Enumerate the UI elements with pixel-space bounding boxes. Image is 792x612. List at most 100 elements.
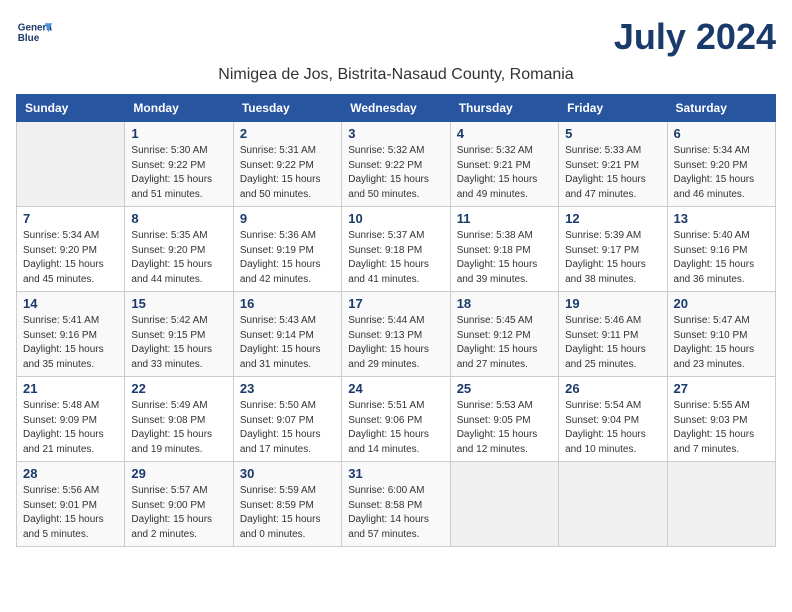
calendar-cell: 15Sunrise: 5:42 AM Sunset: 9:15 PM Dayli…: [125, 292, 233, 377]
day-info: Sunrise: 5:47 AM Sunset: 9:10 PM Dayligh…: [674, 314, 769, 372]
day-number: 23: [240, 381, 335, 396]
weekday-header-monday: Monday: [125, 95, 233, 122]
day-info: Sunrise: 5:33 AM Sunset: 9:21 PM Dayligh…: [565, 144, 660, 202]
calendar-cell: 28 Sunrise: 5:56 AM Sunset: 9:01 PM Dayli…: [17, 462, 125, 547]
day-number: 3: [348, 126, 443, 141]
day-number: 6: [674, 126, 769, 141]
day-info: Sunrise: 5:37 AM Sunset: 9:18 PM Dayligh…: [348, 229, 443, 287]
day-info: Sunrise: 5:39 AM Sunset: 9:17 PM Dayligh…: [565, 229, 660, 287]
weekday-header-friday: Friday: [559, 95, 667, 122]
day-number: 1: [131, 126, 226, 141]
calendar-cell: 2 Sunrise: 5:31 AM Sunset: 9:22 PM Daylig…: [233, 122, 341, 207]
calendar-cell: 5 Sunrise: 5:33 AM Sunset: 9:21 PM Daylig…: [559, 122, 667, 207]
day-number: 10: [348, 211, 443, 226]
day-number: 11: [457, 211, 552, 226]
day-number: 5: [565, 126, 660, 141]
calendar-cell: 30 Sunrise: 5:59 AM Sunset: 8:59 PM Dayli…: [233, 462, 341, 547]
day-info: Sunrise: 5:48 AM Sunset: 9:09 PM Dayligh…: [23, 399, 118, 457]
day-info: Sunrise: 5:50 AM Sunset: 9:07 PM Dayligh…: [240, 399, 335, 457]
calendar-cell: [559, 462, 667, 547]
day-info: Sunrise: 5:44 AM Sunset: 9:13 PM Dayligh…: [348, 314, 443, 372]
logo: General Blue: [16, 16, 52, 52]
day-number: 9: [240, 211, 335, 226]
day-info: Sunrise: 5:38 AM Sunset: 9:18 PM Dayligh…: [457, 229, 552, 287]
day-number: 27: [674, 381, 769, 396]
day-number: 13: [674, 211, 769, 226]
calendar-cell: 25 Sunrise: 5:53 AM Sunset: 9:05 PM Dayli…: [450, 377, 558, 462]
day-info: Sunrise: 5:34 AM Sunset: 9:20 PM Dayligh…: [674, 144, 769, 202]
day-info: Sunrise: 5:49 AM Sunset: 9:08 PM Dayligh…: [131, 399, 226, 457]
calendar-cell: 9 Sunrise: 5:36 AM Sunset: 9:19 PM Daylig…: [233, 207, 341, 292]
day-number: 4: [457, 126, 552, 141]
calendar-cell: [17, 122, 125, 207]
day-info: Sunrise: 5:54 AM Sunset: 9:04 PM Dayligh…: [565, 399, 660, 457]
day-info: Sunrise: 5:56 AM Sunset: 9:01 PM Dayligh…: [23, 484, 118, 542]
calendar-cell: 3Sunrise: 5:32 AM Sunset: 9:22 PM Daylig…: [342, 122, 450, 207]
weekday-header-sunday: Sunday: [17, 95, 125, 122]
calendar-cell: 20 Sunrise: 5:47 AM Sunset: 9:10 PM Dayli…: [667, 292, 775, 377]
day-info: Sunrise: 5:43 AM Sunset: 9:14 PM Dayligh…: [240, 314, 335, 372]
day-info: Sunrise: 5:59 AM Sunset: 8:59 PM Dayligh…: [240, 484, 335, 542]
weekday-header-saturday: Saturday: [667, 95, 775, 122]
day-number: 20: [674, 296, 769, 311]
day-number: 19: [565, 296, 660, 311]
calendar-cell: 21 Sunrise: 5:48 AM Sunset: 9:09 PM Dayli…: [17, 377, 125, 462]
title-block: July 2024: [614, 16, 776, 58]
day-info: Sunrise: 6:00 AM Sunset: 8:58 PM Dayligh…: [348, 484, 443, 542]
day-number: 8: [131, 211, 226, 226]
calendar-cell: 4 Sunrise: 5:32 AM Sunset: 9:21 PM Daylig…: [450, 122, 558, 207]
day-number: 7: [23, 211, 118, 226]
calendar-cell: 11 Sunrise: 5:38 AM Sunset: 9:18 PM Dayli…: [450, 207, 558, 292]
day-info: Sunrise: 5:41 AM Sunset: 9:16 PM Dayligh…: [23, 314, 118, 372]
day-info: Sunrise: 5:57 AM Sunset: 9:00 PM Dayligh…: [131, 484, 226, 542]
day-number: 30: [240, 466, 335, 481]
calendar-cell: 8 Sunrise: 5:35 AM Sunset: 9:20 PM Daylig…: [125, 207, 233, 292]
calendar-cell: 13 Sunrise: 5:40 AM Sunset: 9:16 PM Dayli…: [667, 207, 775, 292]
day-number: 15: [131, 296, 226, 311]
logo-icon: General Blue: [16, 16, 52, 52]
day-number: 16: [240, 296, 335, 311]
calendar-cell: 1 Sunrise: 5:30 AM Sunset: 9:22 PM Daylig…: [125, 122, 233, 207]
calendar-cell: 17 Sunrise: 5:44 AM Sunset: 9:13 PM Dayli…: [342, 292, 450, 377]
day-info: Sunrise: 5:32 AM Sunset: 9:21 PM Dayligh…: [457, 144, 552, 202]
day-info: Sunrise: 5:35 AM Sunset: 9:20 PM Dayligh…: [131, 229, 226, 287]
day-number: 12: [565, 211, 660, 226]
calendar-cell: 16 Sunrise: 5:43 AM Sunset: 9:14 PM Dayli…: [233, 292, 341, 377]
day-number: 26: [565, 381, 660, 396]
calendar-cell: 19 Sunrise: 5:46 AM Sunset: 9:11 PM Dayli…: [559, 292, 667, 377]
calendar-cell: [450, 462, 558, 547]
calendar-cell: 10 Sunrise: 5:37 AM Sunset: 9:18 PM Dayli…: [342, 207, 450, 292]
day-info: Sunrise: 5:51 AM Sunset: 9:06 PM Dayligh…: [348, 399, 443, 457]
day-info: Sunrise: 5:46 AM Sunset: 9:11 PM Dayligh…: [565, 314, 660, 372]
day-info: Sunrise: 5:55 AM Sunset: 9:03 PM Dayligh…: [674, 399, 769, 457]
calendar-cell: 23 Sunrise: 5:50 AM Sunset: 9:07 PM Dayli…: [233, 377, 341, 462]
weekday-header-thursday: Thursday: [450, 95, 558, 122]
day-number: 21: [23, 381, 118, 396]
calendar-cell: 12 Sunrise: 5:39 AM Sunset: 9:17 PM Dayli…: [559, 207, 667, 292]
svg-text:Blue: Blue: [18, 33, 40, 44]
day-info: Sunrise: 5:31 AM Sunset: 9:22 PM Dayligh…: [240, 144, 335, 202]
day-info: Sunrise: 5:40 AM Sunset: 9:16 PM Dayligh…: [674, 229, 769, 287]
day-number: 29: [131, 466, 226, 481]
day-number: 25: [457, 381, 552, 396]
day-number: 17: [348, 296, 443, 311]
weekday-header-tuesday: Tuesday: [233, 95, 341, 122]
calendar-cell: 29 Sunrise: 5:57 AM Sunset: 9:00 PM Dayli…: [125, 462, 233, 547]
calendar-cell: 27 Sunrise: 5:55 AM Sunset: 9:03 PM Dayli…: [667, 377, 775, 462]
day-number: 31: [348, 466, 443, 481]
calendar-cell: 31 Sunrise: 6:00 AM Sunset: 8:58 PM Dayli…: [342, 462, 450, 547]
calendar-cell: [667, 462, 775, 547]
weekday-header-wednesday: Wednesday: [342, 95, 450, 122]
day-number: 2: [240, 126, 335, 141]
month-title: July 2024: [614, 16, 776, 58]
day-info: Sunrise: 5:45 AM Sunset: 9:12 PM Dayligh…: [457, 314, 552, 372]
day-number: 24: [348, 381, 443, 396]
day-info: Sunrise: 5:36 AM Sunset: 9:19 PM Dayligh…: [240, 229, 335, 287]
day-number: 18: [457, 296, 552, 311]
day-info: Sunrise: 5:30 AM Sunset: 9:22 PM Dayligh…: [131, 144, 226, 202]
day-info: Sunrise: 5:53 AM Sunset: 9:05 PM Dayligh…: [457, 399, 552, 457]
calendar-cell: 6 Sunrise: 5:34 AM Sunset: 9:20 PM Daylig…: [667, 122, 775, 207]
calendar-cell: 7Sunrise: 5:34 AM Sunset: 9:20 PM Daylig…: [17, 207, 125, 292]
day-number: 28: [23, 466, 118, 481]
location-title: Nimigea de Jos, Bistrita-Nasaud County, …: [16, 66, 776, 84]
